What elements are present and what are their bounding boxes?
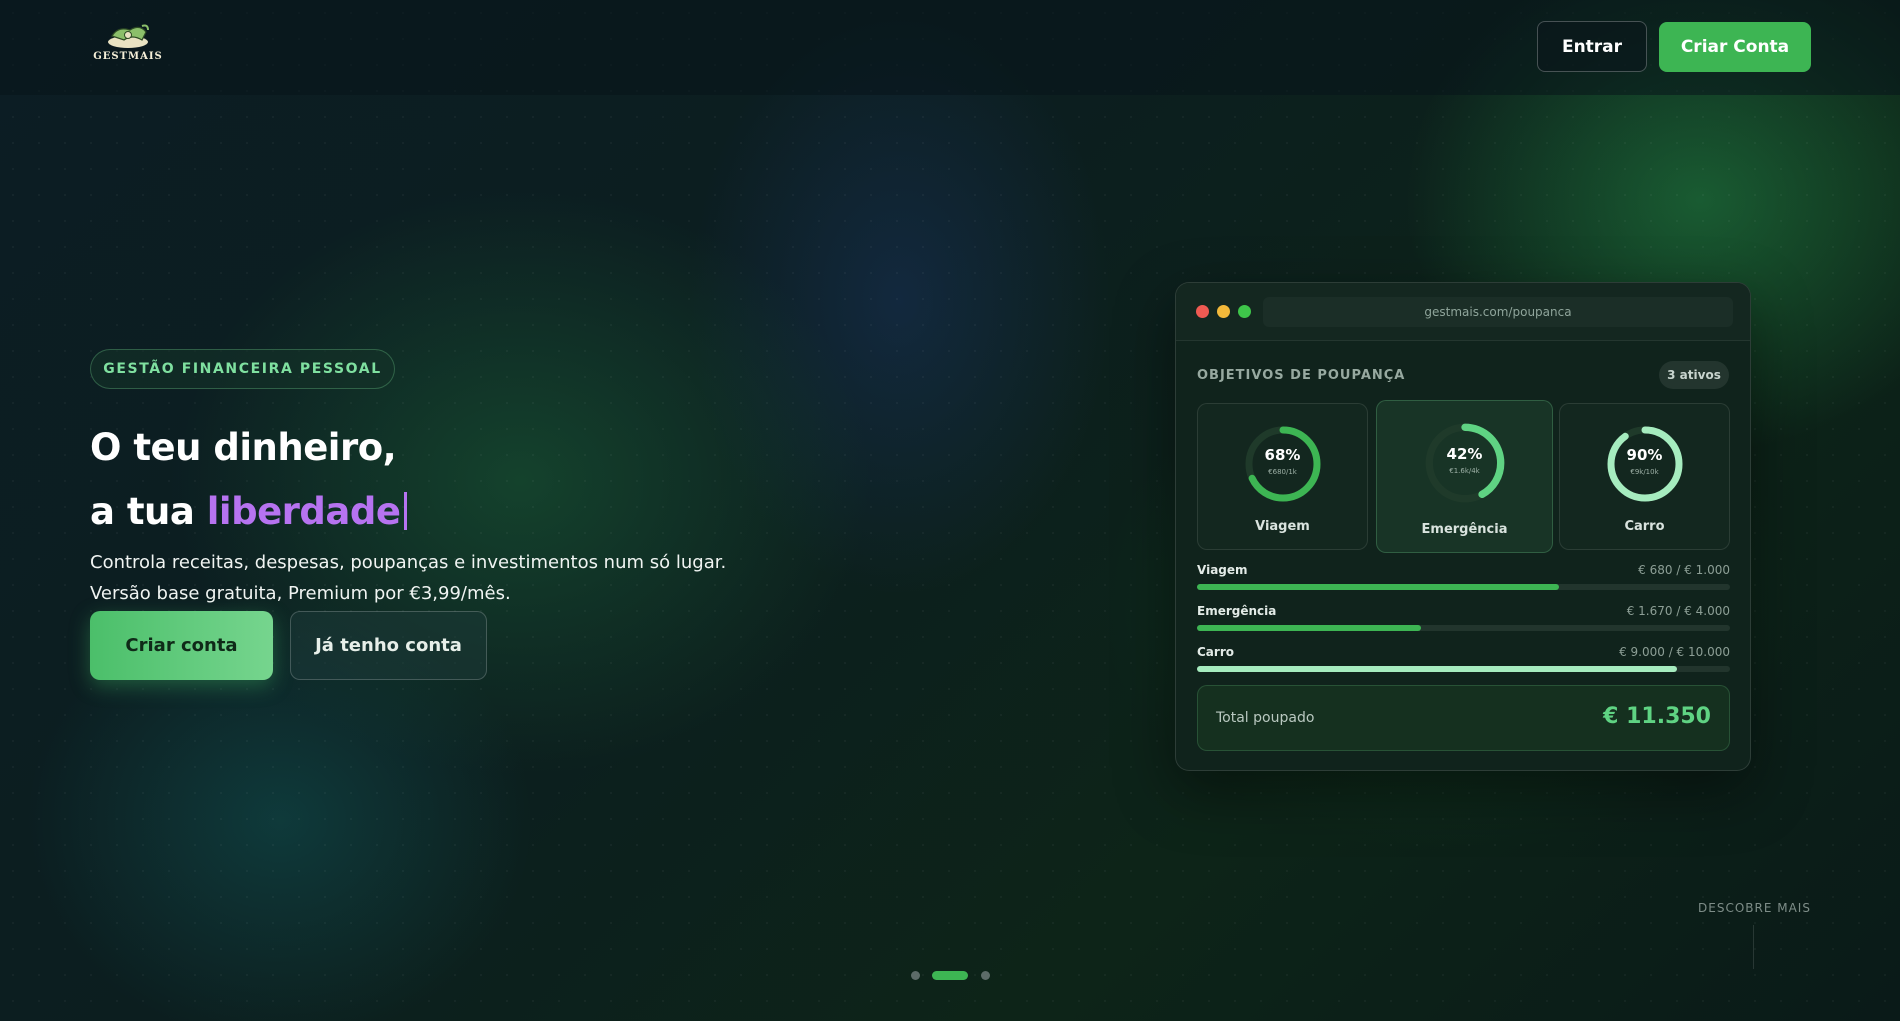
goal-amount: €680/1k xyxy=(1268,468,1297,476)
goal-name: Emergência xyxy=(1421,522,1508,537)
create-account-cta[interactable]: Criar conta xyxy=(90,611,273,680)
progress-ring xyxy=(1607,426,1682,502)
progress-value: € 1.670 / € 4.000 xyxy=(1626,604,1730,618)
goal-percent: 68% xyxy=(1264,446,1301,464)
top-navbar: GESTMAIS Entrar Criar Conta xyxy=(0,0,1900,95)
carousel-dot[interactable] xyxy=(911,971,920,980)
progress-value: € 680 / € 1.000 xyxy=(1638,563,1730,577)
progress-fill xyxy=(1197,625,1421,631)
progress-label: Carro xyxy=(1197,645,1234,659)
total-saved-label: Total poupado xyxy=(1216,710,1315,726)
goal-card: 68% €680/1k Viagem xyxy=(1197,403,1368,550)
scroll-indicator-line xyxy=(1753,925,1754,969)
savings-mockup-window: gestmais.com/poupanca OBJETIVOS DE POUPA… xyxy=(1175,282,1751,771)
hero-title-prefix: a tua xyxy=(90,490,207,533)
carousel-dot[interactable] xyxy=(981,971,990,980)
login-button[interactable]: Entrar xyxy=(1537,21,1647,72)
hero-badge: GESTÃO FINANCEIRA PESSOAL xyxy=(90,349,395,389)
close-dot-icon xyxy=(1196,305,1209,318)
hero-subtitle-line1: Controla receitas, despesas, poupanças e… xyxy=(90,552,727,573)
total-saved-value: € 11.350 xyxy=(1603,704,1711,729)
goal-card: 42% €1.6k/4k Emergência xyxy=(1376,400,1553,553)
discover-more-link[interactable]: DESCOBRE MAIS xyxy=(1698,901,1811,915)
progress-ring xyxy=(1245,426,1320,502)
progress-label: Viagem xyxy=(1197,563,1248,577)
mockup-url-bar: gestmais.com/poupanca xyxy=(1263,297,1733,327)
progress-value: € 9.000 / € 10.000 xyxy=(1619,645,1730,659)
active-count-pill: 3 ativos xyxy=(1659,361,1729,389)
progress-fill xyxy=(1197,666,1677,672)
goal-amount: €9k/10k xyxy=(1630,468,1659,476)
signup-button[interactable]: Criar Conta xyxy=(1659,22,1811,72)
progress-track xyxy=(1197,625,1730,631)
hero-title-line2: a tua liberdade xyxy=(90,490,408,533)
maximize-dot-icon xyxy=(1238,305,1251,318)
goal-amount: €1.6k/4k xyxy=(1449,467,1480,475)
hero-title-line1: O teu dinheiro, xyxy=(90,426,397,469)
goal-percent: 42% xyxy=(1446,445,1483,463)
have-account-cta[interactable]: Já tenho conta xyxy=(290,611,487,680)
goal-name: Viagem xyxy=(1255,519,1310,534)
progress-track xyxy=(1197,584,1730,590)
progress-track xyxy=(1197,666,1730,672)
progress-fill xyxy=(1197,584,1560,590)
goal-name: Carro xyxy=(1624,519,1665,534)
logo-text: GESTMAIS xyxy=(93,51,163,62)
savings-goals-title: OBJETIVOS DE POUPANÇA xyxy=(1197,368,1406,383)
goal-card: 90% €9k/10k Carro xyxy=(1559,403,1730,550)
goal-percent: 90% xyxy=(1626,446,1663,464)
typing-caret xyxy=(404,492,408,530)
hero-title-accent: liberdade xyxy=(206,490,401,533)
carousel-dot-active[interactable] xyxy=(932,971,968,980)
gestmais-logo[interactable]: GESTMAIS xyxy=(90,22,166,66)
mockup-titlebar: gestmais.com/poupanca xyxy=(1176,283,1750,341)
money-logo-icon xyxy=(108,24,149,48)
progress-label: Emergência xyxy=(1197,604,1277,618)
total-saved-card: Total poupado € 11.350 xyxy=(1197,685,1730,751)
progress-ring xyxy=(1425,423,1504,503)
hero-subtitle-line2: Versão base gratuita, Premium por €3,99/… xyxy=(90,583,511,604)
minimize-dot-icon xyxy=(1217,305,1230,318)
